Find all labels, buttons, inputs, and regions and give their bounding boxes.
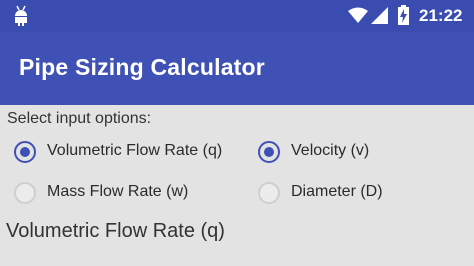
cell-signal-icon bbox=[371, 7, 388, 24]
radio-button-unchecked[interactable] bbox=[258, 182, 280, 204]
radio-button-unchecked[interactable] bbox=[14, 182, 36, 204]
radio-volumetric-flow-rate[interactable]: Volumetric Flow Rate (q) bbox=[14, 138, 254, 168]
android-icon bbox=[15, 5, 27, 26]
app-title: Pipe Sizing Calculator bbox=[19, 54, 265, 80]
radio-button-checked[interactable] bbox=[14, 141, 36, 163]
radio-mass-flow-rate[interactable]: Mass Flow Rate (w) bbox=[14, 179, 254, 209]
status-bar: 21:22 bbox=[0, 0, 474, 32]
app-bar: Pipe Sizing Calculator bbox=[0, 32, 474, 105]
battery-charging-icon bbox=[398, 5, 409, 25]
clock: 21:22 bbox=[419, 6, 463, 25]
radio-label: Diameter (D) bbox=[291, 183, 383, 200]
radio-button-checked[interactable] bbox=[258, 141, 280, 163]
radio-label: Velocity (v) bbox=[291, 142, 370, 159]
input-options-prompt: Select input options: bbox=[7, 110, 152, 127]
radio-diameter[interactable]: Diameter (D) bbox=[258, 179, 398, 209]
wifi-icon bbox=[348, 7, 368, 23]
radio-label: Volumetric Flow Rate (q) bbox=[47, 142, 223, 159]
section-title: Volumetric Flow Rate (q) bbox=[6, 220, 225, 242]
radio-label: Mass Flow Rate (w) bbox=[47, 183, 189, 200]
radio-velocity[interactable]: Velocity (v) bbox=[258, 138, 398, 168]
